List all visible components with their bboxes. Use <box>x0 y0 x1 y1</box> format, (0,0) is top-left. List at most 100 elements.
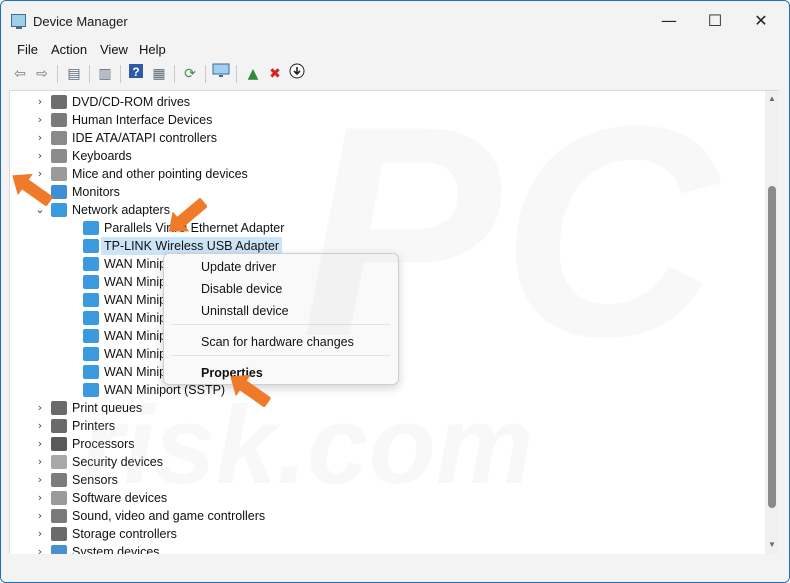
vertical-scrollbar[interactable]: ▲ ▼ <box>765 90 779 555</box>
uninstall-device-menu-item[interactable]: Uninstall device <box>201 304 289 318</box>
tree-category-row[interactable]: › Keyboards <box>10 147 750 165</box>
network-adapter-icon <box>83 293 99 307</box>
sensor-icon <box>51 473 67 487</box>
tree-category-row[interactable]: › IDE ATA/ATAPI controllers <box>10 129 750 147</box>
chevron-right-icon[interactable]: › <box>35 129 45 147</box>
tree-category-row[interactable]: › Processors <box>10 435 750 453</box>
network-adapter-icon <box>83 239 99 253</box>
minimize-button[interactable]: — <box>646 1 692 41</box>
tree-category-row[interactable]: › Software devices <box>10 489 750 507</box>
update-driver-menu-item[interactable]: Update driver <box>201 260 276 274</box>
svg-text:?: ? <box>132 65 139 79</box>
tree-category-row[interactable]: › Sound, video and game controllers <box>10 507 750 525</box>
show-hide-console-tree-icon[interactable]: ▤ <box>63 63 85 85</box>
update-driver-icon[interactable]: ⟳ <box>179 63 201 85</box>
tree-item-label: Network adapters <box>72 203 170 217</box>
tree-category-row[interactable]: › Mice and other pointing devices <box>10 165 750 183</box>
tree-category-row[interactable]: › Human Interface Devices <box>10 111 750 129</box>
network-adapter-icon <box>83 329 99 343</box>
scroll-down-arrow-icon[interactable]: ▼ <box>767 540 777 549</box>
tree-item-label: Mice and other pointing devices <box>72 167 248 181</box>
chevron-right-icon[interactable]: › <box>35 93 45 111</box>
printer-icon <box>51 401 67 415</box>
tree-item-label: Sound, video and game controllers <box>72 509 266 523</box>
toolbar-separator <box>174 65 175 83</box>
tree-device-row[interactable]: Parallels VirtIO Ethernet Adapter <box>10 219 750 237</box>
chevron-right-icon[interactable]: › <box>35 507 45 525</box>
menu-bar: File Action View Help <box>1 41 789 61</box>
tree-item-label: IDE ATA/ATAPI controllers <box>72 131 217 145</box>
tree-item-label: Software devices <box>72 491 168 505</box>
scroll-up-arrow-icon[interactable]: ▲ <box>767 94 777 103</box>
device-manager-app-icon <box>11 14 26 29</box>
chevron-right-icon[interactable]: › <box>35 417 45 435</box>
chevron-right-icon[interactable]: › <box>35 471 45 489</box>
network-adapter-icon <box>83 365 99 379</box>
tree-category-row[interactable]: › Storage controllers <box>10 525 750 543</box>
tree-category-row[interactable]: › Print queues <box>10 399 750 417</box>
mouse-icon <box>51 167 67 181</box>
dvd-drive-icon <box>51 95 67 109</box>
network-adapter-icon <box>83 275 99 289</box>
menu-separator <box>172 324 390 325</box>
tree-category-row[interactable]: › DVD/CD-ROM drives <box>10 93 750 111</box>
disable-device-menu-item[interactable]: Disable device <box>201 282 282 296</box>
software-device-icon <box>51 491 67 505</box>
network-adapter-icon <box>83 221 99 235</box>
help-icon[interactable]: ? <box>125 63 147 85</box>
chevron-right-icon[interactable]: › <box>35 165 45 183</box>
tree-item-label: DVD/CD-ROM drives <box>72 95 191 109</box>
download-icon[interactable] <box>286 63 308 85</box>
printer-icon <box>51 419 67 433</box>
maximize-button[interactable]: ☐ <box>692 1 738 41</box>
toolbar-separator <box>89 65 90 83</box>
tree-category-row[interactable]: ⌄ Network adapters <box>10 201 750 219</box>
ide-controller-icon <box>51 131 67 145</box>
context-menu: Update driver Disable device Uninstall d… <box>163 253 399 385</box>
tree-item-label: Storage controllers <box>72 527 177 541</box>
network-adapter-icon <box>83 347 99 361</box>
tree-category-row[interactable]: ›Monitors <box>10 183 750 201</box>
chevron-right-icon[interactable]: › <box>35 399 45 417</box>
chevron-right-icon[interactable]: › <box>35 435 45 453</box>
menu-view[interactable]: View <box>100 42 128 57</box>
security-device-icon <box>51 455 67 469</box>
menu-help[interactable]: Help <box>139 42 166 57</box>
sound-icon <box>51 509 67 523</box>
close-button[interactable]: ✕ <box>738 1 784 41</box>
monitor-icon <box>51 185 67 199</box>
tree-item-label: Processors <box>72 437 135 451</box>
menu-action[interactable]: Action <box>51 42 87 57</box>
tree-item-label: Monitors <box>72 185 120 199</box>
uninstall-device-icon[interactable]: ✖ <box>264 63 286 85</box>
tree-item-label: Human Interface Devices <box>72 113 213 127</box>
tree-item-label: Print queues <box>72 401 143 415</box>
back-arrow-icon[interactable]: ⇦ <box>9 63 31 85</box>
tree-category-row[interactable]: › Sensors <box>10 471 750 489</box>
monitor-icon[interactable] <box>210 63 232 85</box>
hid-icon <box>51 113 67 127</box>
chevron-right-icon[interactable]: › <box>35 147 45 165</box>
toolbar-separator <box>120 65 121 83</box>
view-action-pane-icon[interactable]: ▦ <box>148 63 170 85</box>
network-adapter-icon <box>51 203 67 217</box>
menu-separator <box>172 355 390 356</box>
forward-arrow-icon[interactable]: ⇨ <box>31 63 53 85</box>
properties-sheet-icon[interactable]: ▥ <box>94 63 116 85</box>
tree-category-row[interactable]: › Security devices <box>10 453 750 471</box>
chevron-right-icon[interactable]: › <box>35 111 45 129</box>
scan-hardware-menu-item[interactable]: Scan for hardware changes <box>201 335 354 349</box>
chevron-right-icon[interactable]: › <box>35 525 45 543</box>
chevron-right-icon[interactable]: › <box>35 489 45 507</box>
tree-item-label: Parallels VirtIO Ethernet Adapter <box>104 221 285 235</box>
network-adapter-icon <box>83 383 99 397</box>
enable-device-icon[interactable]: ▲ <box>242 63 264 85</box>
tree-item-label: Sensors <box>72 473 118 487</box>
device-manager-window: Device Manager — ☐ ✕ File Action View He… <box>0 0 790 583</box>
toolbar-separator <box>236 65 237 83</box>
menu-file[interactable]: File <box>17 42 38 57</box>
scrollbar-thumb[interactable] <box>768 186 776 508</box>
chevron-right-icon[interactable]: › <box>35 453 45 471</box>
status-bar <box>1 554 789 582</box>
tree-category-row[interactable]: › Printers <box>10 417 750 435</box>
